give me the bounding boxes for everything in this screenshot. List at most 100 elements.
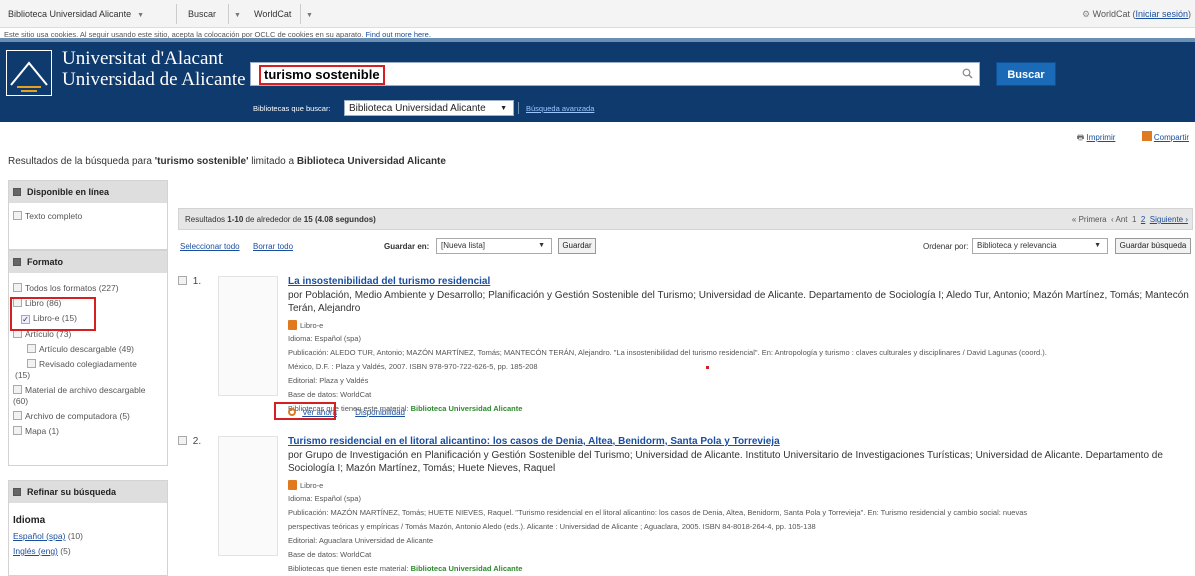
- first-page-link[interactable]: « Primera: [1072, 215, 1107, 224]
- facet-option[interactable]: Mapa (1): [13, 426, 163, 436]
- record-database: Base de datos: WorldCat: [288, 550, 372, 559]
- header-banner: Universitat d'Alacant Universidad de Ali…: [0, 38, 1195, 122]
- checkbox[interactable]: [13, 411, 22, 420]
- save-list-select[interactable]: [Nueva lista] ▼: [436, 238, 552, 254]
- clear-all-link[interactable]: Borrar todo: [253, 242, 293, 251]
- record-publication: Publicación: ALEDO TUR, Antonio; MAZÓN M…: [288, 348, 1047, 357]
- libraries-select[interactable]: Biblioteca Universidad Alicante ▼: [344, 100, 514, 116]
- collapse-icon: [13, 188, 21, 196]
- record-holdings: Bibliotecas que tienen este material: Bi…: [288, 564, 523, 573]
- record-authors: por Población, Medio Ambiente y Desarrol…: [288, 290, 1189, 314]
- facet-refine: Refinar su búsqueda Idioma Español (spa)…: [8, 480, 168, 576]
- record-publisher: Editorial: Aguaclara Universidad de Alic…: [288, 536, 434, 545]
- highlight-box: [274, 402, 336, 420]
- cover-thumbnail: [218, 436, 278, 556]
- libraries-label: Bibliotecas que buscar:: [253, 104, 331, 113]
- marker-dot: [706, 366, 709, 369]
- prev-page-link[interactable]: ‹ Ant: [1111, 215, 1127, 224]
- availability-link[interactable]: Disponibilidad: [355, 408, 405, 417]
- chevron-down-icon: ▼: [137, 12, 145, 19]
- record-publication-cont: perspectivas teóricas y empíricas / Tomá…: [288, 522, 816, 531]
- result-record: 2. Turismo residencial en el litoral ali…: [178, 436, 1193, 576]
- next-page-link[interactable]: Siguiente ›: [1150, 215, 1188, 224]
- facet-refine-header[interactable]: Refinar su búsqueda: [9, 481, 167, 503]
- record-title-link[interactable]: Turismo residencial en el litoral alican…: [288, 436, 780, 447]
- ebook-icon: [288, 480, 297, 490]
- print-action[interactable]: 🖶 Imprimir: [1065, 133, 1116, 142]
- nav-buscar-menu[interactable]: Buscar: [188, 9, 216, 19]
- record-database: Base de datos: WorldCat: [288, 390, 372, 399]
- checkbox[interactable]: [13, 385, 22, 394]
- facet-online-header[interactable]: Disponible en línea: [9, 181, 167, 203]
- facet-option[interactable]: Texto completo: [13, 211, 163, 221]
- cover-thumbnail: [218, 276, 278, 396]
- advanced-search-link[interactable]: Búsqueda avanzada: [526, 104, 594, 113]
- chevron-down-icon[interactable]: ▼: [306, 9, 313, 19]
- nav-worldcat-menu[interactable]: WorldCat: [254, 9, 291, 19]
- checkbox[interactable]: [13, 426, 22, 435]
- record-publisher: Editorial: Plaza y Valdés: [288, 376, 369, 385]
- record-language: Idioma: Español (spa): [288, 334, 361, 343]
- top-navigation-bar: Biblioteca Universidad Alicante ▼ Buscar …: [0, 0, 1195, 28]
- university-name: Universitat d'Alacant Universidad de Ali…: [62, 48, 246, 90]
- record-title-link[interactable]: La insostenibilidad del turismo residenc…: [288, 276, 490, 287]
- printer-icon: 🖶: [1076, 133, 1085, 142]
- facet-option[interactable]: Todos los formatos (227): [13, 283, 163, 293]
- facet-option[interactable]: Material de archivo descargable: [13, 385, 163, 395]
- results-header: Resultados 1-10 de alrededor de 15 (4.08…: [178, 208, 1193, 230]
- facet-option[interactable]: Archivo de computadora (5): [13, 411, 163, 421]
- facet-language-option[interactable]: Español (spa) (10): [13, 531, 163, 541]
- page-2-link[interactable]: 2: [1141, 215, 1145, 224]
- record-format: Libro-e: [288, 320, 323, 330]
- share-action[interactable]: Compartir: [1130, 131, 1189, 142]
- gear-icon: ⚙: [1082, 9, 1091, 19]
- facet-option-count: (60): [13, 396, 29, 406]
- checkbox[interactable]: [178, 436, 187, 445]
- checkbox[interactable]: [13, 283, 22, 292]
- record-number: 2.: [178, 436, 201, 447]
- chevron-down-icon[interactable]: ▼: [234, 9, 241, 19]
- divider: [518, 102, 519, 114]
- record-publication: Publicación: MAZÓN MARTÍNEZ, Tomás; HUET…: [288, 508, 1028, 517]
- page-1: 1: [1131, 215, 1137, 224]
- checkbox[interactable]: [27, 344, 36, 353]
- facet-language-option[interactable]: Inglés (eng) (5): [13, 546, 163, 556]
- result-record: 1. La insostenibilidad del turismo resid…: [178, 276, 1193, 420]
- record-number: 1.: [178, 276, 201, 287]
- sort-select[interactable]: Biblioteca y relevancia ▼: [972, 238, 1108, 254]
- facet-format: Formato Todos los formatos (227) Libro (…: [8, 250, 168, 466]
- record-publication-cont: México, D.F. : Plaza y Valdés, 2007. ISB…: [288, 362, 538, 371]
- facet-option[interactable]: Artículo descargable (49): [27, 344, 163, 354]
- search-field[interactable]: turismo sostenible: [250, 62, 980, 86]
- nav-divider: [300, 4, 301, 24]
- select-all-link[interactable]: Seleccionar todo: [180, 242, 240, 251]
- worldcat-signin-area: ⚙ WorldCat (Iniciar sesión): [1082, 9, 1191, 19]
- chevron-down-icon: ▼: [1094, 242, 1101, 249]
- record-authors: por Grupo de Investigación en Planificac…: [288, 450, 1163, 474]
- checkbox[interactable]: [27, 359, 36, 368]
- nav-library-menu[interactable]: Biblioteca Universidad Alicante ▼: [8, 9, 144, 19]
- facet-option[interactable]: Revisado colegiadamente: [27, 359, 163, 369]
- record-format: Libro-e: [288, 480, 323, 490]
- chevron-down-icon: ▼: [538, 242, 545, 249]
- logo-mark-icon: [10, 61, 48, 92]
- search-summary: Resultados de la búsqueda para 'turismo …: [8, 156, 446, 167]
- search-icon: [962, 68, 973, 81]
- results-count: Resultados 1-10 de alrededor de 15 (4.08…: [185, 215, 376, 224]
- page-tools: 🖶 Imprimir Compartir: [1053, 131, 1189, 146]
- search-button[interactable]: Buscar: [996, 62, 1056, 86]
- signin-link[interactable]: Iniciar sesión: [1135, 9, 1188, 19]
- highlight-box: [10, 297, 96, 331]
- ebook-icon: [288, 320, 297, 330]
- university-logo[interactable]: [6, 50, 52, 96]
- pagination: « Primera ‹ Ant 1 2 Siguiente ›: [1072, 215, 1188, 224]
- save-button[interactable]: Guardar: [558, 238, 596, 254]
- nav-divider: [228, 4, 229, 24]
- save-search-button[interactable]: Guardar búsqueda: [1115, 238, 1191, 254]
- checkbox[interactable]: [13, 211, 22, 220]
- share-icon: [1141, 131, 1152, 141]
- facet-format-header[interactable]: Formato: [9, 251, 167, 273]
- collapse-icon: [13, 258, 21, 266]
- search-input[interactable]: turismo sostenible: [259, 65, 385, 85]
- checkbox[interactable]: [178, 276, 187, 285]
